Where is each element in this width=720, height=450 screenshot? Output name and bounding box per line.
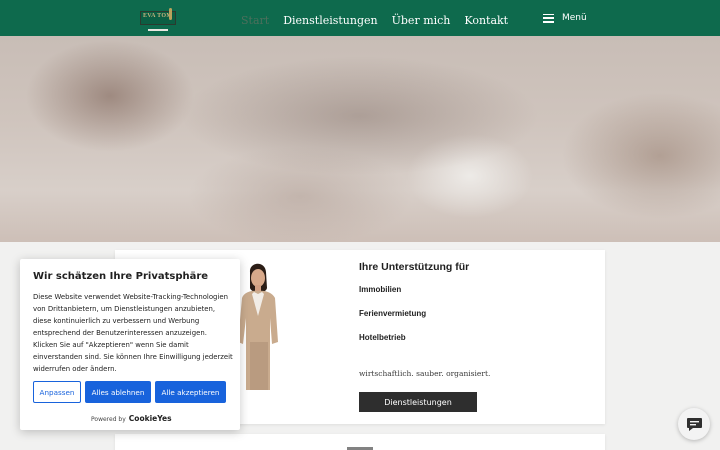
site-header: EVA TOM Start Dienstleistungen Über mich… (0, 0, 720, 36)
powered-by-text: Powered by (91, 416, 126, 423)
cookie-title: Wir schätzen Ihre Privatsphäre (33, 271, 209, 282)
cookieyes-logo: CookieYes (128, 414, 172, 423)
card-item-ferienvermietung: Ferienvermietung (359, 309, 427, 318)
cookie-buttons: Anpassen Alles ablehnen Alle akzeptieren (33, 381, 226, 403)
powered-by[interactable]: Powered by CookieYes (91, 414, 172, 423)
hamburger-icon (543, 13, 554, 23)
logo[interactable]: EVA TOM (140, 8, 178, 32)
logo-text: EVA TOM (143, 13, 173, 19)
reject-all-button[interactable]: Alles ablehnen (85, 381, 151, 403)
services-button[interactable]: Dienstleistungen (359, 392, 477, 412)
customize-button[interactable]: Anpassen (33, 381, 81, 403)
menu-toggle[interactable]: Menü (543, 13, 587, 23)
card-tagline: wirtschaftlich. sauber. organisiert. (359, 369, 491, 378)
main-nav: Start Dienstleistungen Über mich Kontakt (241, 14, 508, 27)
nav-item-ueber-mich[interactable]: Über mich (392, 14, 451, 27)
logo-pin-icon (169, 8, 172, 20)
nav-item-dienstleistungen[interactable]: Dienstleistungen (283, 14, 377, 27)
card-item-immobilien: Immobilien (359, 285, 402, 294)
nav-item-kontakt[interactable]: Kontakt (464, 14, 508, 27)
card-item-hotelbetrieb: Hotelbetrieb (359, 333, 406, 342)
chat-button[interactable] (678, 408, 710, 440)
menu-label: Menü (562, 13, 587, 23)
cookie-text: Diese Website verwendet Website-Tracking… (33, 293, 233, 373)
accept-all-button[interactable]: Alle akzeptieren (155, 381, 226, 403)
card-title: Ihre Unterstützung für (359, 261, 470, 273)
second-card (115, 434, 605, 450)
chat-bubble-icon (686, 417, 702, 431)
hero-shade (180, 56, 540, 176)
nav-item-start[interactable]: Start (241, 14, 269, 27)
logo-underline (148, 29, 168, 31)
cookie-banner: Wir schätzen Ihre Privatsphäre Diese Web… (20, 259, 240, 430)
hero-image (0, 36, 720, 242)
